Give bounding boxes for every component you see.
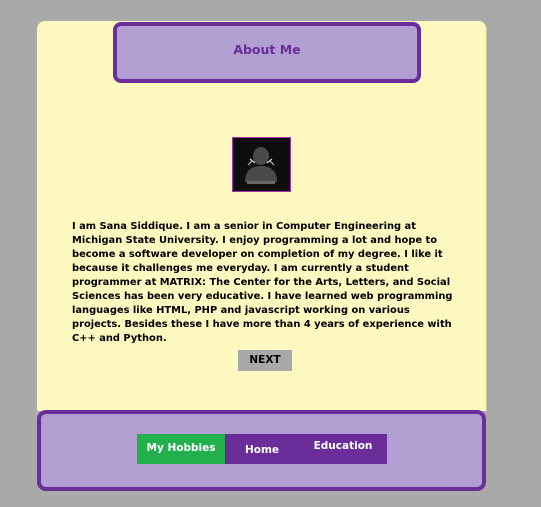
footer-nav: My Hobbies Home Education (137, 434, 387, 464)
bio-text: I am Sana Siddique. I am a senior in Com… (72, 221, 453, 344)
person-silhouette-icon (233, 138, 290, 191)
nav-item-home[interactable]: Home (225, 434, 299, 464)
page-title: About Me (233, 42, 301, 57)
nav-item-my-hobbies[interactable]: My Hobbies (137, 434, 225, 464)
avatar (232, 137, 291, 192)
nav-item-education[interactable]: Education (299, 434, 387, 464)
next-button[interactable]: NEXT (238, 350, 292, 371)
page-header: About Me (113, 22, 421, 83)
